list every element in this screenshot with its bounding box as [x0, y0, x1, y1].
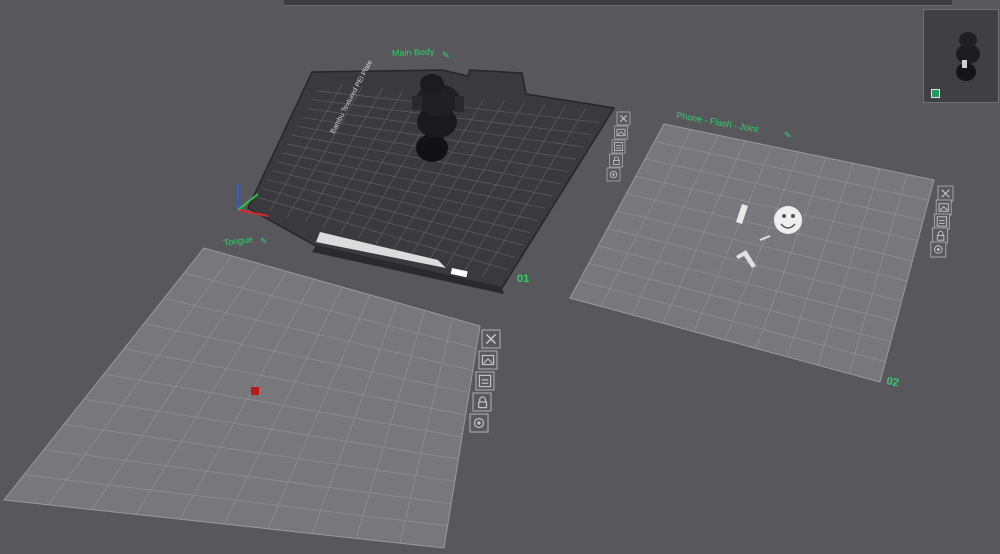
plate-3-arrange-button[interactable] [478, 350, 498, 370]
preview-thumbnail[interactable] [923, 9, 999, 103]
plate-3-settings-button[interactable] [469, 413, 489, 433]
plate-1-arrange-button[interactable] [614, 125, 628, 140]
plate-3-edit-icon[interactable]: ✎ [260, 236, 268, 246]
plate-3-red-part[interactable] [251, 387, 259, 395]
plate-1-orient-button[interactable] [611, 139, 626, 154]
plate-1-lock-button[interactable] [609, 153, 623, 168]
3d-viewport[interactable]: Bambu Textured PEI Plate Main Body ✎ 01 [0, 0, 1000, 554]
view-cube-icon[interactable] [931, 89, 940, 98]
plate-2-lock-button[interactable] [932, 227, 949, 244]
plate-2-close-button[interactable] [937, 185, 954, 202]
plate-2-edit-icon[interactable]: ✎ [784, 130, 792, 140]
plate-1-close-button[interactable] [616, 111, 631, 126]
plate-2-settings-button[interactable] [930, 241, 947, 258]
plate-1-edit-icon[interactable]: ✎ [442, 50, 450, 60]
plate-1[interactable]: Bambu Textured PEI Plate Main Body ✎ 01 [237, 47, 616, 294]
plate-2-number: 02 [885, 375, 899, 389]
plate-2-arrange-button[interactable] [935, 199, 952, 216]
plate-3-lock-button[interactable] [472, 392, 492, 412]
plate-3-orient-button[interactable] [475, 371, 495, 391]
plate-1-number: 01 [517, 273, 529, 285]
plate-1-name[interactable]: Main Body [392, 47, 435, 58]
plate-3-name[interactable]: Tongue [223, 234, 254, 248]
plate-2-orient-button[interactable] [933, 213, 950, 230]
plate-3[interactable]: Tongue ✎ [3, 234, 481, 549]
plate-3-close-button[interactable] [481, 329, 501, 349]
plate-1-settings-button[interactable] [606, 167, 621, 182]
